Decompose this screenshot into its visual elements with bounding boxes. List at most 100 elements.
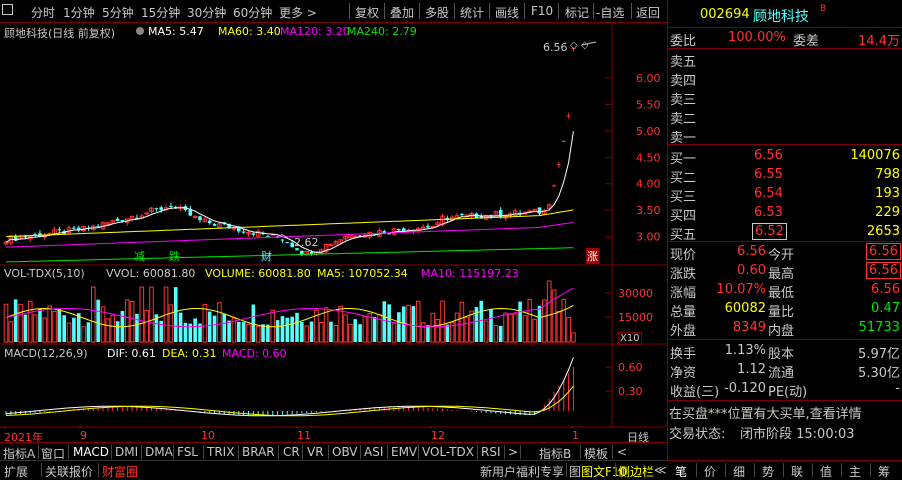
buy-row[interactable]: 买二 6.55 798 <box>668 166 902 186</box>
marker-finance[interactable]: 财 <box>261 248 272 264</box>
tab-extend[interactable]: 扩展 <box>4 463 28 480</box>
f10-button[interactable]: F10 <box>531 4 553 18</box>
tab-macd[interactable]: MACD <box>73 445 109 459</box>
toolbar-box-icon[interactable] <box>2 4 13 18</box>
volume-bar <box>81 326 86 343</box>
y-axis-ticks: 6.00 5.50 5.00 4.50 4.00 3.50 3.00 30000 15000 0.… <box>605 72 661 398</box>
stock-name[interactable]: 顾地科技 <box>753 6 809 26</box>
tab-1min[interactable]: 1分钟 <box>63 4 95 21</box>
volume-bar <box>532 318 537 343</box>
adjust-button[interactable]: 复权 <box>355 4 379 21</box>
tab-timeshare[interactable]: 分时 <box>31 4 55 21</box>
volume-bar <box>124 299 130 343</box>
watchlist-remove-button[interactable]: -自选 <box>596 4 624 21</box>
volume-bar <box>338 306 343 343</box>
sell-row[interactable]: 卖三 <box>668 88 902 108</box>
volume-bar <box>430 312 436 343</box>
volume-bar <box>566 317 571 343</box>
toggle-icons[interactable]: ◇ ◇ <box>570 40 589 51</box>
ma60-legend: MA60: 3.40 <box>218 25 281 38</box>
stat-row: 现价 6.56 今开 6.56 <box>668 243 902 263</box>
kline-settings-icon[interactable] <box>136 25 144 38</box>
panel-tab[interactable]: 笔 <box>675 463 687 480</box>
mark-button[interactable]: 标记 <box>565 4 589 21</box>
panel-tab[interactable]: 联 <box>791 463 803 480</box>
marker-rise[interactable]: 涨 <box>586 248 599 264</box>
stat-label: 现价 <box>670 248 697 263</box>
volume-bar <box>406 304 411 343</box>
sell-row[interactable]: 卖五 <box>668 50 902 70</box>
tab-related-quotes[interactable]: 关联报价 <box>45 463 93 480</box>
panel-tab[interactable]: 价 <box>704 463 716 480</box>
tab-dma[interactable]: DMA <box>145 445 173 459</box>
panel-tab[interactable]: 势 <box>762 463 774 480</box>
tab-vr[interactable]: VR <box>307 445 324 459</box>
stat-label: 涨幅 <box>670 286 697 301</box>
volume-bar <box>295 312 299 342</box>
chart-area[interactable]: 6.00 5.50 5.00 4.50 4.00 3.50 3.00 30000 15000 0.… <box>0 23 667 444</box>
sell-row[interactable]: 卖四 <box>668 69 902 89</box>
sell-row[interactable]: 卖二 <box>668 107 902 127</box>
tab-5min[interactable]: 5分钟 <box>102 4 134 21</box>
multi-stock-button[interactable]: 多股 <box>425 4 449 21</box>
promo-tu[interactable]: 图 <box>569 463 581 480</box>
buy-volume: 140076 <box>850 148 900 163</box>
buy-row[interactable]: 买一 6.56 140076 <box>668 147 902 167</box>
volume-bar <box>202 303 208 343</box>
promo-text[interactable]: 新用户福利专享 <box>480 463 564 480</box>
tab-cr[interactable]: CR <box>283 445 300 459</box>
notice-text[interactable]: 在买盘***位置有大买单,查看详情 <box>669 403 862 422</box>
panel-tab[interactable]: 细 <box>733 463 745 480</box>
big-order-notice[interactable]: 在买盘***位置有大买单,查看详情 <box>668 402 902 422</box>
volume-bar <box>508 313 513 343</box>
tab-brar[interactable]: BRAR <box>242 445 275 459</box>
tab-fsl[interactable]: FSL <box>177 445 198 459</box>
fundamental-label: 收益(三) <box>670 385 720 400</box>
tab-60min[interactable]: 60分钟 <box>233 4 272 21</box>
volume-bar <box>435 318 440 343</box>
buy-volume: 798 <box>875 167 900 182</box>
collapse-icon[interactable]: ≪ <box>654 463 667 477</box>
marker-fall[interactable]: 跌 <box>169 248 180 264</box>
buy-row[interactable]: 买三 6.54 193 <box>668 185 902 205</box>
stock-chart[interactable]: 6.00 5.50 5.00 4.50 4.00 3.50 3.00 30000 15000 0.… <box>0 23 667 428</box>
panel-tab[interactable]: 筹 <box>878 463 890 480</box>
buy-volume: 2653 <box>866 224 900 239</box>
more-periods-button[interactable]: 更多 > <box>279 4 317 21</box>
tab-wealth-circle[interactable]: 财富圈 <box>102 463 138 480</box>
volume-bar <box>445 324 450 342</box>
tabs-scroll-left[interactable]: < <box>617 445 627 459</box>
volume-bar <box>72 317 76 342</box>
volume-bar <box>561 298 567 343</box>
marker-reduce[interactable]: 减 <box>134 248 145 264</box>
panel-tab[interactable]: 值 <box>820 463 832 480</box>
candle <box>377 228 382 237</box>
buy-volume: 229 <box>875 205 900 220</box>
volume-ma10: MA10: 115197.23 <box>421 267 519 280</box>
volume-bar <box>420 322 426 343</box>
tab-vol-tdx[interactable]: VOL-TDX <box>422 445 474 459</box>
promo-sidebar[interactable]: 侧边栏 <box>618 463 654 480</box>
tab-obv[interactable]: OBV <box>332 445 358 459</box>
tab-trix[interactable]: TRIX <box>207 445 234 459</box>
tab-rsi[interactable]: RSI <box>481 445 501 459</box>
panel-tab[interactable]: 主 <box>849 463 861 480</box>
tab-30min[interactable]: 30分钟 <box>187 4 226 21</box>
tab-emv[interactable]: EMV <box>391 445 417 459</box>
tab-15min[interactable]: 15分钟 <box>141 4 180 21</box>
statistics-button[interactable]: 统计 <box>460 4 484 21</box>
volume-bar <box>391 322 397 343</box>
candle <box>124 218 130 226</box>
volume-bar <box>387 304 391 342</box>
tabs-scroll-right[interactable]: > <box>508 445 518 459</box>
tab-asi[interactable]: ASI <box>364 445 383 459</box>
draw-line-button[interactable]: 画线 <box>495 4 519 21</box>
buy-row[interactable]: 买四 6.53 229 <box>668 204 902 224</box>
stat-label: 内盘 <box>768 324 795 339</box>
candle <box>537 207 542 216</box>
buy-row[interactable]: 买五 6.52 2653 <box>668 223 902 243</box>
sell-row[interactable]: 卖一 <box>668 126 902 146</box>
tab-dmi[interactable]: DMI <box>115 445 138 459</box>
back-button[interactable]: 返回 <box>636 4 660 21</box>
overlay-button[interactable]: 叠加 <box>390 4 414 21</box>
